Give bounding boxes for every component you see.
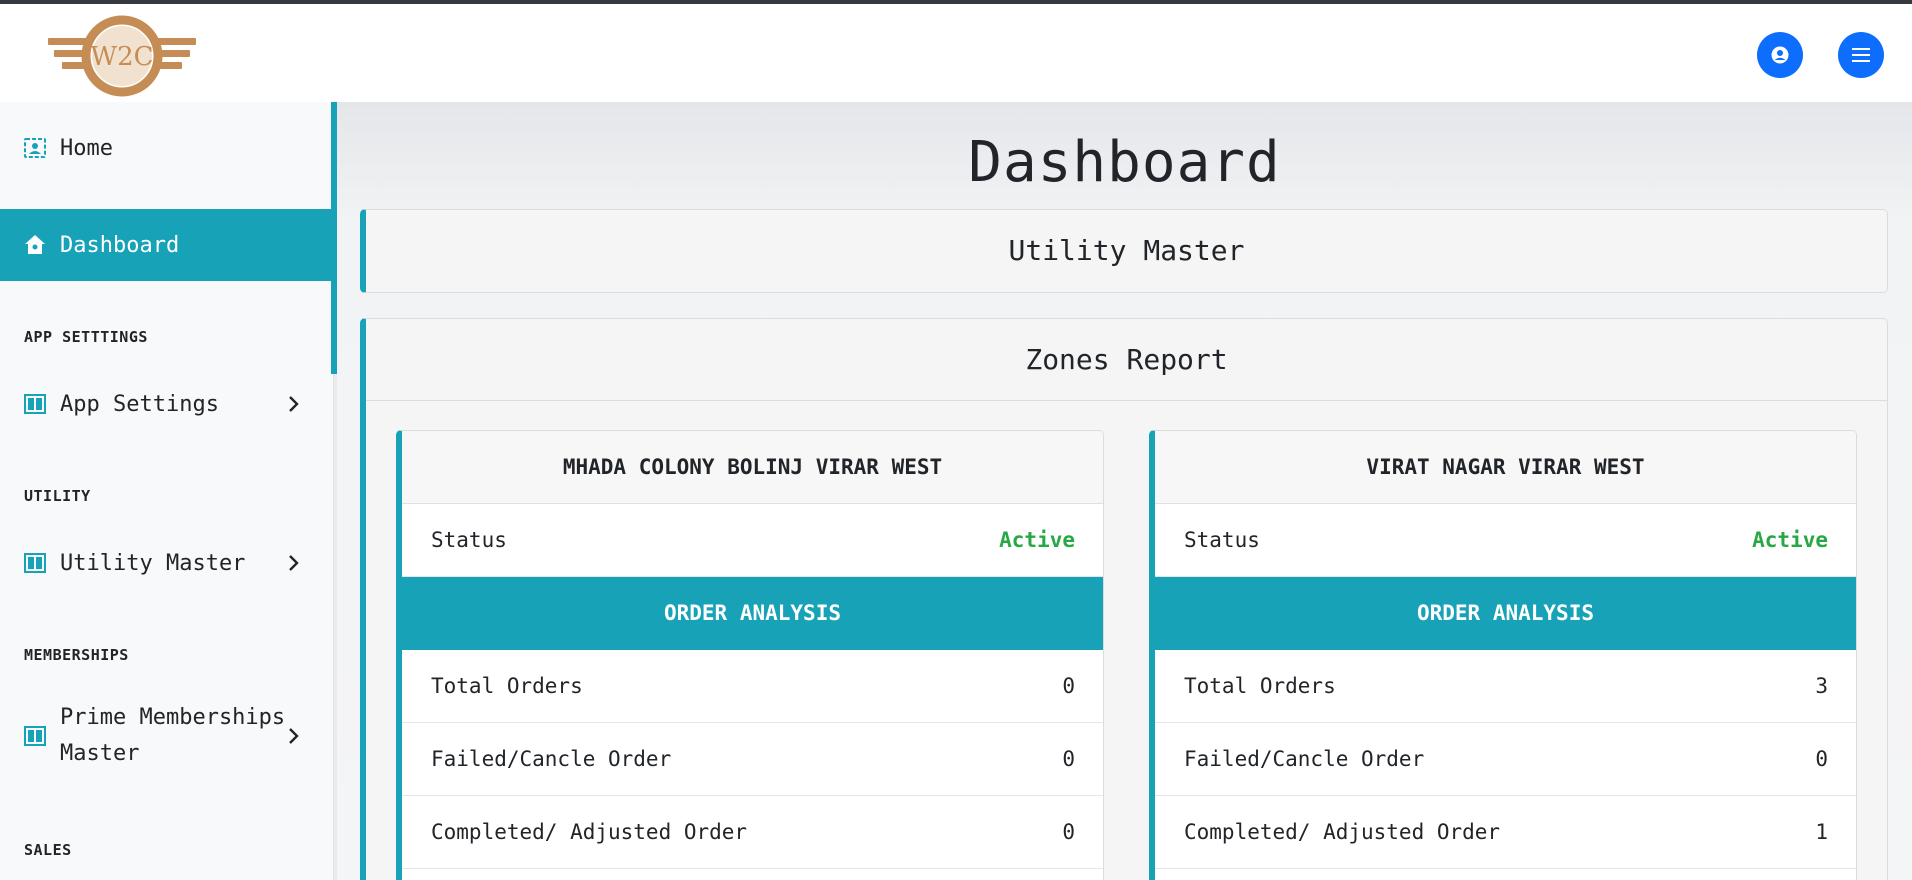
failed-orders-row: Failed/Cancle Order 0 xyxy=(1155,723,1856,796)
sidebar-prime-label-line1: Prime Memberships xyxy=(60,705,286,730)
zone-card: VIRAT NAGAR VIRAR WEST Status Active ORD… xyxy=(1149,430,1857,880)
sidebar-prime-label-line2: Master xyxy=(60,741,140,766)
section-label-memberships: MEMBERSHIPS xyxy=(24,646,129,664)
house-icon xyxy=(23,233,47,257)
sidebar-item-dashboard[interactable]: Dashboard xyxy=(0,209,332,281)
chevron-right-icon xyxy=(289,555,299,571)
total-orders-row: Total Orders 0 xyxy=(402,650,1103,723)
failed-orders-value: 0 xyxy=(1062,747,1075,771)
completed-orders-label: Completed/ Adjusted Order xyxy=(1184,820,1501,844)
completed-orders-value: 1 xyxy=(1815,820,1828,844)
columns-icon xyxy=(23,551,47,575)
section-label-utility: UTILITY xyxy=(24,487,91,505)
page-title: Dashboard xyxy=(968,130,1281,195)
utility-master-panel[interactable]: Utility Master xyxy=(360,209,1888,293)
failed-orders-row: Failed/Cancle Order 0 xyxy=(402,723,1103,796)
total-orders-value: 0 xyxy=(1062,674,1075,698)
logo-text: W2C xyxy=(90,42,153,72)
sidebar-prime-label: Prime Memberships Master xyxy=(60,700,285,772)
sidebar-app-settings-label: App Settings xyxy=(60,391,219,417)
columns-icon xyxy=(23,724,47,748)
status-label: Status xyxy=(1184,528,1260,552)
sidebar-utility-master-label: Utility Master xyxy=(60,550,246,576)
chevron-right-icon xyxy=(289,396,299,412)
top-navbar: W2C xyxy=(0,4,1912,102)
sidebar: Home Dashboard APP SETTTINGS App Setting… xyxy=(0,102,334,880)
brand-logo[interactable]: W2C xyxy=(46,14,198,98)
utility-master-panel-title: Utility Master xyxy=(1008,234,1245,267)
total-orders-row: Total Orders 3 xyxy=(1155,650,1856,723)
status-badge: Active xyxy=(999,528,1075,552)
sidebar-dashboard-label: Dashboard xyxy=(60,232,180,258)
zone-card: MHADA COLONY BOLINJ VIRAR WEST Status Ac… xyxy=(396,430,1104,880)
user-circle-icon xyxy=(1771,46,1789,64)
failed-orders-label: Failed/Cancle Order xyxy=(1184,747,1425,771)
zone-name: VIRAT NAGAR VIRAR WEST xyxy=(1155,431,1856,504)
order-analysis-header: ORDER ANALYSIS xyxy=(1155,577,1856,650)
completed-orders-value: 0 xyxy=(1062,820,1075,844)
zones-report-title: Zones Report xyxy=(366,319,1887,401)
sidebar-item-prime-memberships-master[interactable]: Prime Memberships Master xyxy=(0,698,332,774)
user-card-icon xyxy=(23,136,47,160)
user-profile-button[interactable] xyxy=(1757,32,1803,78)
section-label-sales: SALES xyxy=(24,841,72,859)
completed-orders-row: Completed/ Adjusted Order 1 xyxy=(1155,796,1856,869)
columns-icon xyxy=(23,392,47,416)
zone-name: MHADA COLONY BOLINJ VIRAR WEST xyxy=(402,431,1103,504)
status-label: Status xyxy=(431,528,507,552)
menu-toggle-button[interactable] xyxy=(1838,32,1884,78)
order-analysis-header: ORDER ANALYSIS xyxy=(402,577,1103,650)
sidebar-item-app-settings[interactable]: App Settings xyxy=(0,380,332,428)
completed-orders-label: Completed/ Adjusted Order xyxy=(431,820,748,844)
zone-status-row: Status Active xyxy=(1155,504,1856,577)
status-badge: Active xyxy=(1752,528,1828,552)
hamburger-menu-icon xyxy=(1852,48,1870,62)
sidebar-item-home[interactable]: Home xyxy=(0,124,332,172)
section-label-app-settings: APP SETTTINGS xyxy=(24,328,148,346)
chevron-right-icon xyxy=(289,728,299,744)
zone-status-row: Status Active xyxy=(402,504,1103,577)
failed-orders-label: Failed/Cancle Order xyxy=(431,747,672,771)
total-orders-label: Total Orders xyxy=(1184,674,1336,698)
sidebar-item-utility-master[interactable]: Utility Master xyxy=(0,539,332,587)
sidebar-home-label: Home xyxy=(60,135,113,161)
total-orders-value: 3 xyxy=(1815,674,1828,698)
total-orders-label: Total Orders xyxy=(431,674,583,698)
failed-orders-value: 0 xyxy=(1815,747,1828,771)
completed-orders-row: Completed/ Adjusted Order 0 xyxy=(402,796,1103,869)
